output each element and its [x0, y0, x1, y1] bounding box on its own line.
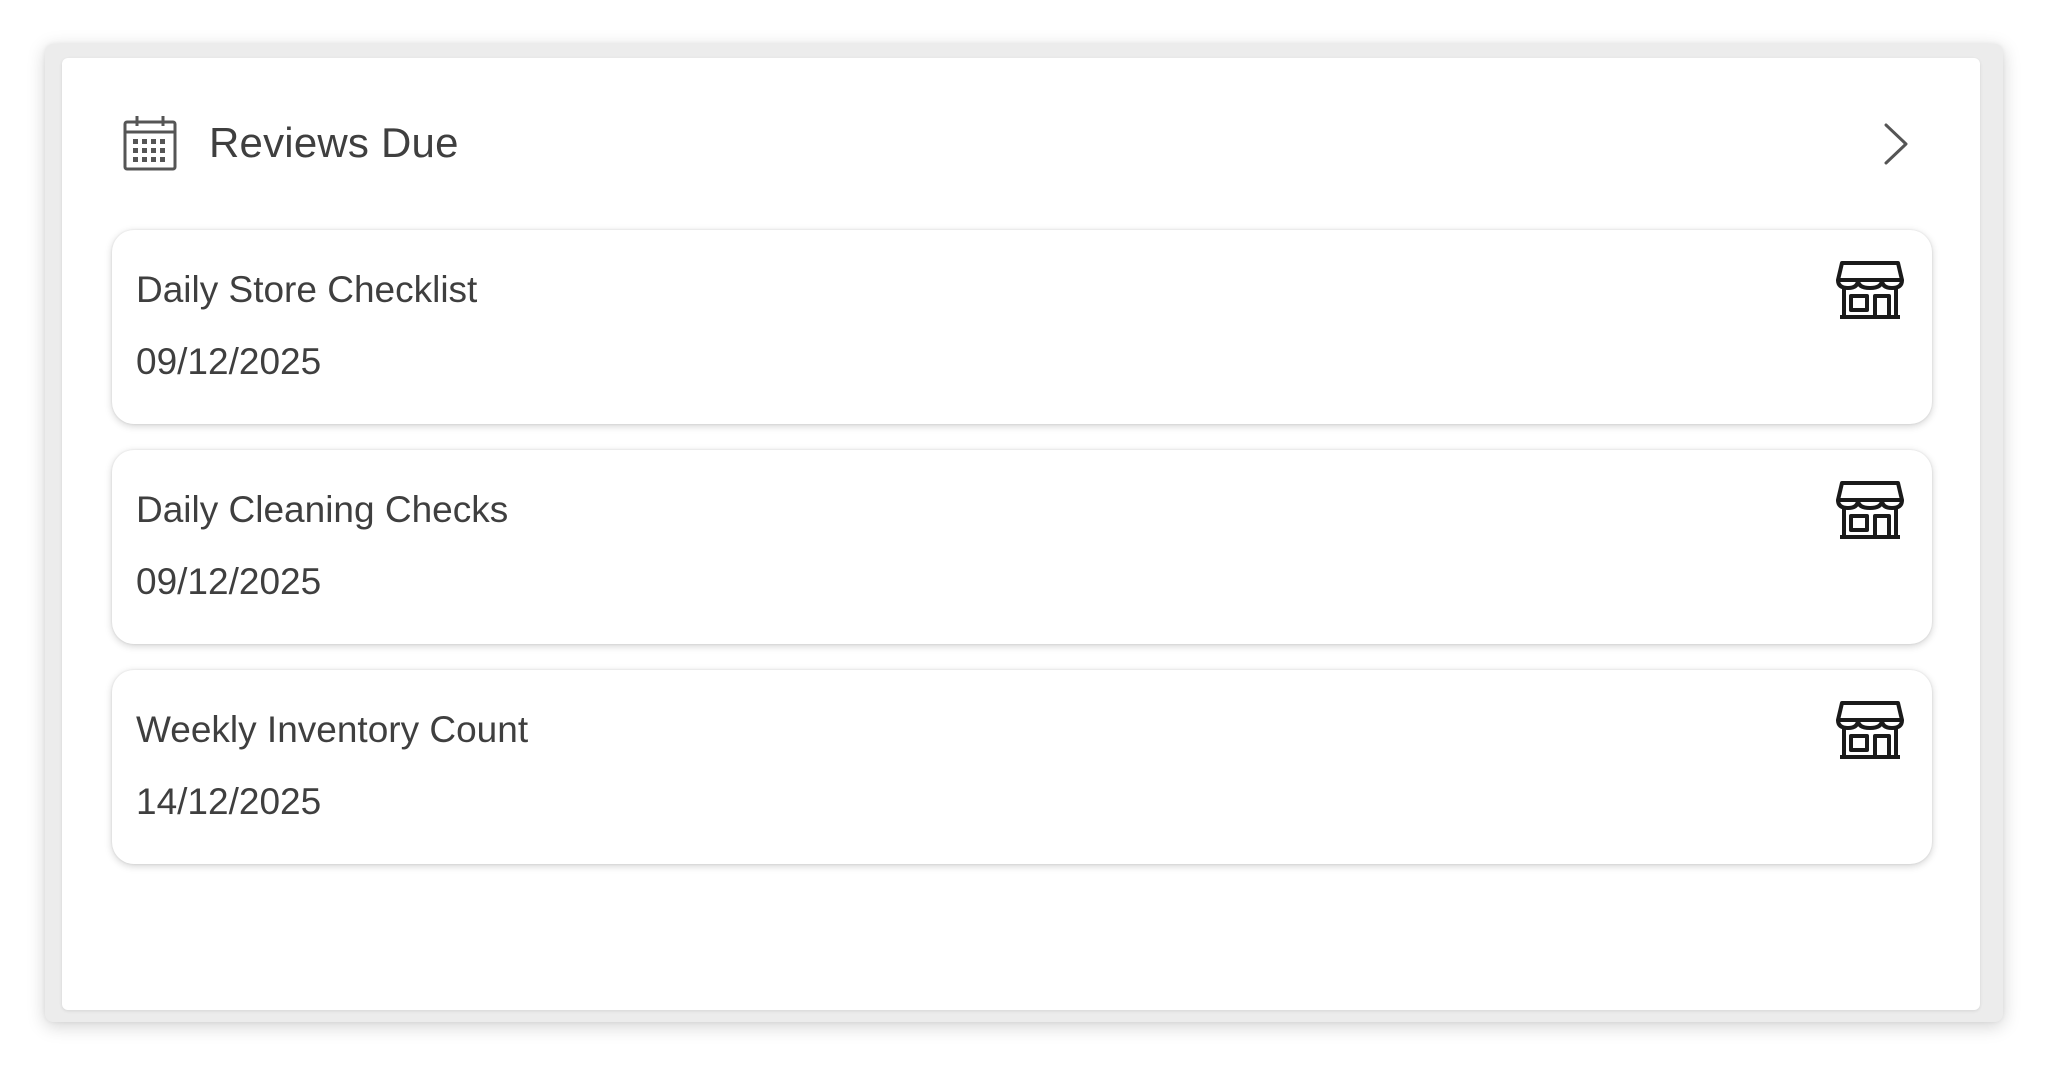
review-title: Weekly Inventory Count	[136, 709, 529, 750]
store-icon	[1836, 480, 1904, 540]
review-date: 14/12/2025	[136, 781, 322, 822]
review-title: Daily Cleaning Checks	[136, 489, 509, 530]
review-card[interactable]: Daily Cleaning Checks 09/12/2025	[112, 450, 1932, 644]
review-title: Daily Store Checklist	[136, 269, 478, 310]
review-list: Daily Store Checklist 09/12/2025 Daily C…	[112, 230, 1932, 864]
panel-header: Reviews Due	[62, 58, 1980, 230]
panel-title: Reviews Due	[209, 119, 459, 166]
review-card[interactable]: Daily Store Checklist 09/12/2025	[112, 230, 1932, 424]
store-icon	[1836, 260, 1904, 320]
store-icon	[1836, 700, 1904, 760]
review-date: 09/12/2025	[136, 561, 322, 602]
calendar-icon	[122, 114, 178, 172]
reviews-due-panel: Reviews Due Daily Store Checklist 09/12/…	[62, 58, 1980, 1010]
chevron-right-icon[interactable]	[1876, 120, 1914, 168]
review-date: 09/12/2025	[136, 341, 322, 382]
review-card[interactable]: Weekly Inventory Count 14/12/2025	[112, 670, 1932, 864]
